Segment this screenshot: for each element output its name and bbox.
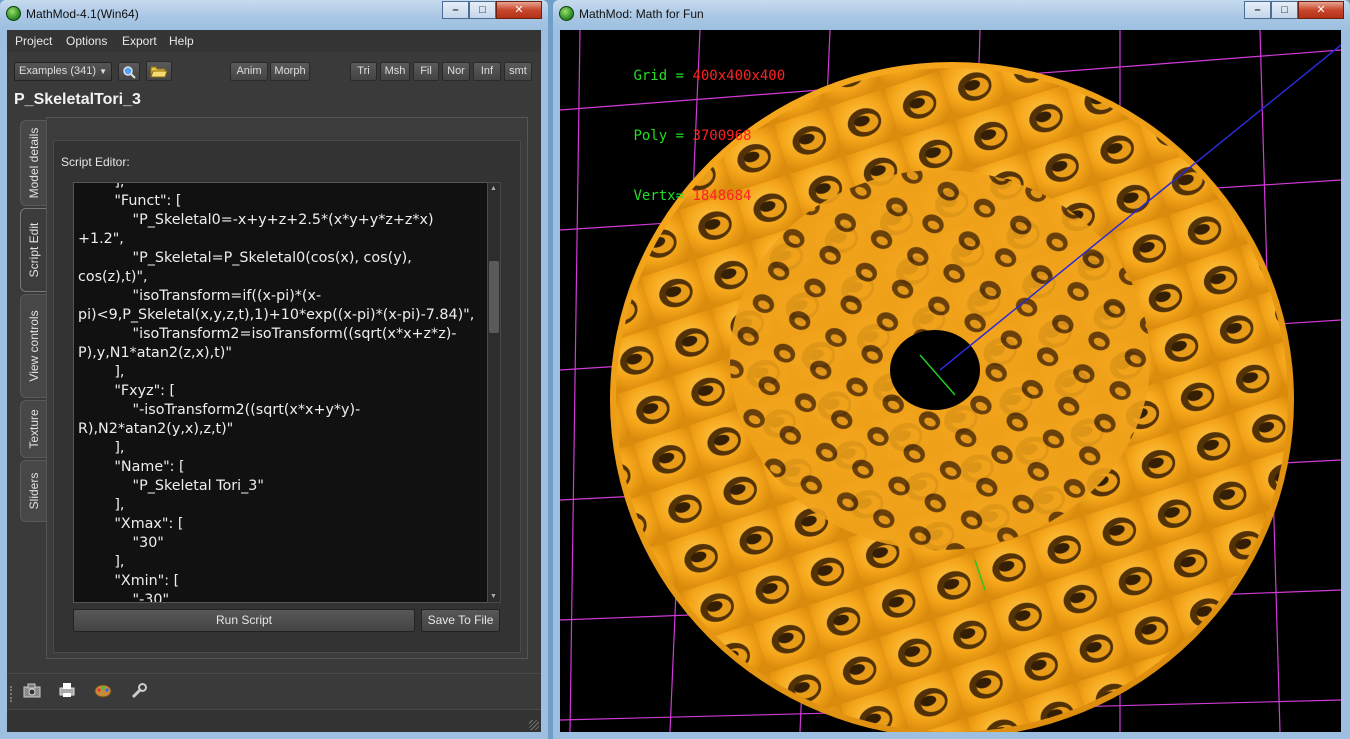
open-file-button[interactable] <box>146 61 172 81</box>
scroll-up-icon[interactable]: ▲ <box>490 185 497 192</box>
resize-grip[interactable] <box>529 720 539 730</box>
minimize-button[interactable]: – <box>1244 1 1271 19</box>
status-bar <box>7 709 541 732</box>
tab-model-details-label: Model details <box>26 127 41 199</box>
stat-vertx-value: 1848684 <box>692 188 752 204</box>
stat-grid: Grid = 400x400x400 <box>566 46 785 106</box>
window-title: MathMod-4.1(Win64) <box>26 7 139 21</box>
menu-export[interactable]: Export <box>122 34 157 48</box>
maximize-button[interactable]: □ <box>469 1 496 19</box>
mathmod-app-icon <box>6 6 21 21</box>
smt-button[interactable]: smt <box>504 62 532 81</box>
menu-help[interactable]: Help <box>169 34 194 48</box>
render-window: MathMod: Math for Fun – □ ✕ Grid = 400x4… <box>553 0 1350 739</box>
script-editor-content: ], "Funct": [ "P_Skeletal0=-x+y+z+2.5*(x… <box>78 182 475 603</box>
close-button[interactable]: ✕ <box>496 1 542 19</box>
inf-button[interactable]: Inf <box>473 62 501 81</box>
mathmod-main-window: MathMod-4.1(Win64) – □ ✕ Project Options… <box>0 0 548 739</box>
tab-model-details[interactable]: Model details <box>20 120 46 206</box>
examples-combobox[interactable]: Examples (341) ▼ <box>14 62 112 81</box>
stat-vertx-key: Vertx= <box>633 188 693 204</box>
model-name: P_SkeletalTori_3 <box>14 91 141 108</box>
minimize-button[interactable]: – <box>442 1 469 19</box>
render-title-bar[interactable]: MathMod: Math for Fun – □ ✕ <box>553 0 1350 30</box>
script-editor-group: Script Editor: ], "Funct": [ "P_Skeletal… <box>53 140 521 653</box>
tab-texture[interactable]: Texture <box>20 400 46 458</box>
toolbar-grip[interactable] <box>10 686 14 702</box>
save-to-file-button[interactable]: Save To File <box>421 609 500 632</box>
nor-button[interactable]: Nor <box>442 62 470 81</box>
render-stats: Grid = 400x400x400 Poly = 3700968 Vertx=… <box>566 46 785 226</box>
stat-poly-key: Poly = <box>633 128 693 144</box>
tab-view-controls-label: View controls <box>26 310 41 382</box>
tab-sliders[interactable]: Sliders <box>20 460 46 522</box>
script-edit-panel: Script Editor: ], "Funct": [ "P_Skeletal… <box>46 117 528 659</box>
wrench-icon[interactable] <box>129 682 149 702</box>
tab-view-controls[interactable]: View controls <box>20 294 46 398</box>
scrollbar-thumb[interactable] <box>489 261 499 333</box>
search-icon <box>123 66 136 79</box>
script-editor-scrollbar[interactable]: ▲ ▼ <box>487 182 501 603</box>
tab-sliders-label: Sliders <box>26 472 41 510</box>
stat-vertx: Vertx= 1848684 <box>566 166 785 226</box>
stat-poly: Poly = 3700968 <box>566 106 785 166</box>
bottom-toolbar <box>7 673 541 709</box>
morph-button[interactable]: Morph <box>270 62 310 81</box>
script-editor-label: Script Editor: <box>61 155 130 169</box>
script-editor-textarea[interactable]: ], "Funct": [ "P_Skeletal0=-x+y+z+2.5*(x… <box>73 182 500 603</box>
mathmod-app-icon <box>559 6 574 21</box>
fil-button[interactable]: Fil <box>413 62 439 81</box>
camera-icon[interactable] <box>22 682 42 702</box>
print-icon[interactable] <box>57 682 77 702</box>
tab-script-edit-label: Script Edit <box>26 222 41 278</box>
folder-open-icon <box>150 66 168 78</box>
examples-combobox-value: Examples (341) <box>19 65 97 77</box>
menu-project[interactable]: Project <box>15 34 52 48</box>
torus-hole <box>890 330 980 410</box>
search-button[interactable] <box>118 62 140 81</box>
title-bar[interactable]: MathMod-4.1(Win64) – □ ✕ <box>0 0 548 30</box>
maximize-button[interactable]: □ <box>1271 1 1298 19</box>
anim-button[interactable]: Anim <box>230 62 268 81</box>
chevron-down-icon: ▼ <box>99 67 107 76</box>
stat-grid-value: 400x400x400 <box>692 68 786 84</box>
scroll-down-icon[interactable]: ▼ <box>490 593 497 600</box>
stat-poly-value: 3700968 <box>692 128 752 144</box>
tab-texture-label: Texture <box>26 409 41 449</box>
render-window-title: MathMod: Math for Fun <box>579 7 704 21</box>
stat-grid-key: Grid = <box>633 68 693 84</box>
tri-button[interactable]: Tri <box>350 62 377 81</box>
menu-bar: Project Options Export Help <box>7 30 541 52</box>
palette-icon[interactable] <box>93 682 113 702</box>
menu-options[interactable]: Options <box>66 34 107 48</box>
close-button[interactable]: ✕ <box>1298 1 1344 19</box>
msh-button[interactable]: Msh <box>380 62 410 81</box>
3d-viewport[interactable]: Grid = 400x400x400 Poly = 3700968 Vertx=… <box>560 30 1341 732</box>
run-script-button[interactable]: Run Script <box>73 609 415 632</box>
tab-script-edit[interactable]: Script Edit <box>20 208 46 292</box>
